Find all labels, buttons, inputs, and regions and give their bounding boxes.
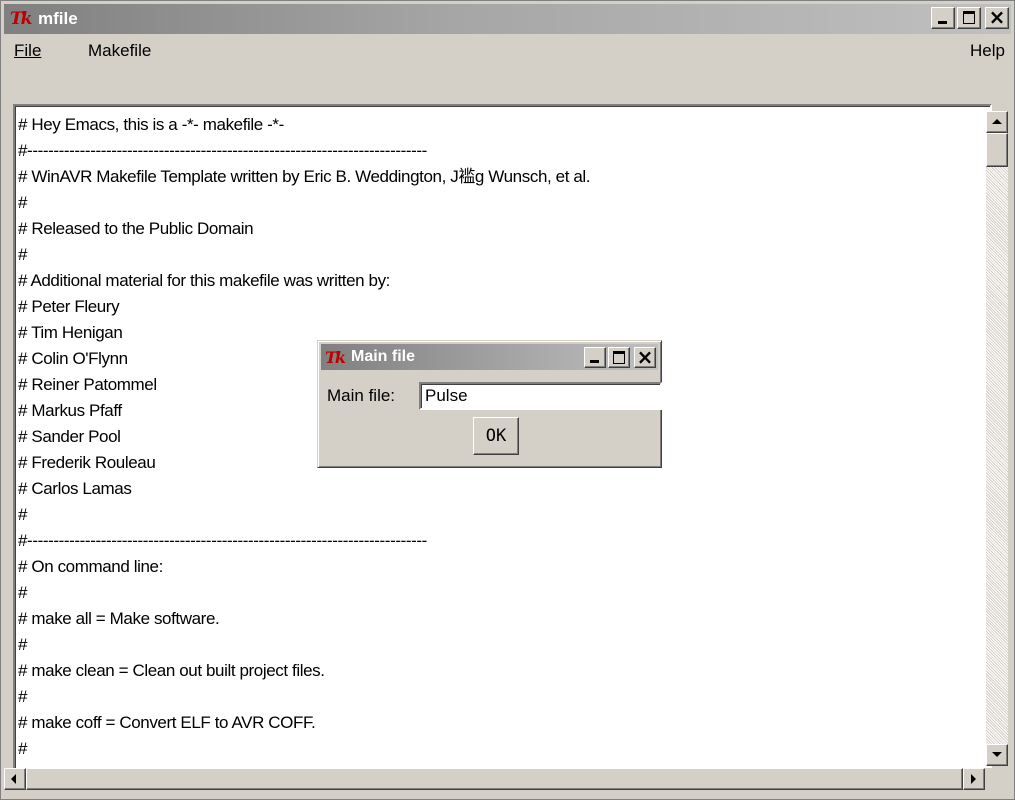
- main-file-dialog: Tk Main file × Main file: OK: [317, 340, 662, 468]
- scroll-left-button[interactable]: [4, 768, 26, 790]
- text-line: #: [18, 193, 28, 212]
- text-line: #---------------------------------------…: [18, 141, 427, 160]
- text-line: # Additional material for this makefile …: [18, 271, 391, 290]
- minimize-button[interactable]: [931, 7, 955, 29]
- maximize-icon: [613, 351, 625, 364]
- text-line: # Released to the Public Domain: [18, 219, 254, 238]
- text-line: # On command line:: [18, 557, 163, 576]
- text-line: #: [18, 583, 28, 602]
- text-line: #: [18, 739, 28, 758]
- main-file-input[interactable]: [419, 382, 662, 410]
- dialog-maximize-button[interactable]: [608, 347, 630, 368]
- scroll-corner: [986, 768, 1008, 790]
- dialog-close-button[interactable]: ×: [634, 345, 656, 369]
- minimize-icon: [590, 360, 599, 363]
- scroll-right-button[interactable]: [963, 768, 985, 790]
- dialog-title-bar[interactable]: Tk Main file ×: [321, 344, 658, 370]
- title-bar[interactable]: Tk mfile ×: [4, 4, 1011, 34]
- menu-makefile[interactable]: Makefile: [88, 41, 151, 61]
- main-file-label: Main file:: [327, 386, 396, 405]
- text-line: # Carlos Lamas: [18, 479, 132, 498]
- text-line: # make coff = Convert ELF to AVR COFF.: [18, 713, 316, 732]
- menu-file[interactable]: File: [14, 41, 41, 61]
- text-line: #: [18, 635, 28, 654]
- scroll-up-button[interactable]: [986, 111, 1008, 133]
- text-line: #: [18, 505, 28, 524]
- vertical-scrollbar[interactable]: [986, 111, 1008, 766]
- maximize-icon: [963, 11, 975, 24]
- menu-help[interactable]: Help: [970, 41, 1005, 61]
- arrow-left-icon: [11, 774, 16, 784]
- close-icon: ×: [988, 5, 1006, 29]
- menu-file-label: File: [14, 41, 42, 60]
- maximize-button[interactable]: [957, 7, 981, 29]
- text-line: # make all = Make software.: [18, 609, 220, 628]
- tk-app-icon[interactable]: Tk: [10, 9, 32, 29]
- dialog-title: Main file: [351, 348, 416, 365]
- close-icon: ×: [636, 345, 654, 369]
- window-controls: ×: [929, 5, 1009, 29]
- text-line: #---------------------------------------…: [18, 531, 427, 550]
- dialog-minimize-button[interactable]: [584, 347, 606, 368]
- text-line: #: [18, 687, 28, 706]
- arrow-down-icon: [992, 752, 1002, 757]
- text-line: # make clean = Clean out built project f…: [18, 661, 325, 680]
- window-title: mfile: [38, 9, 78, 28]
- ok-button[interactable]: OK: [473, 417, 519, 455]
- arrow-right-icon: [971, 774, 976, 784]
- scroll-down-button[interactable]: [986, 744, 1008, 766]
- menu-bar: File Makefile Help: [4, 37, 1011, 67]
- dialog-tk-icon[interactable]: Tk: [325, 348, 346, 367]
- arrow-up-icon: [992, 119, 1002, 124]
- text-line: #: [18, 245, 28, 264]
- close-button[interactable]: ×: [985, 5, 1009, 29]
- dialog-window-controls: ×: [582, 345, 656, 369]
- minimize-icon: [938, 21, 947, 24]
- horizontal-scrollbar[interactable]: [4, 768, 986, 790]
- text-line: # Hey Emacs, this is a -*- makefile -*-: [18, 115, 284, 134]
- text-line: # WinAVR Makefile Template written by Er…: [18, 167, 591, 186]
- vertical-scroll-thumb[interactable]: [986, 133, 1008, 167]
- text-line: # Peter Fleury: [18, 297, 120, 316]
- horizontal-scroll-thumb[interactable]: [26, 768, 963, 790]
